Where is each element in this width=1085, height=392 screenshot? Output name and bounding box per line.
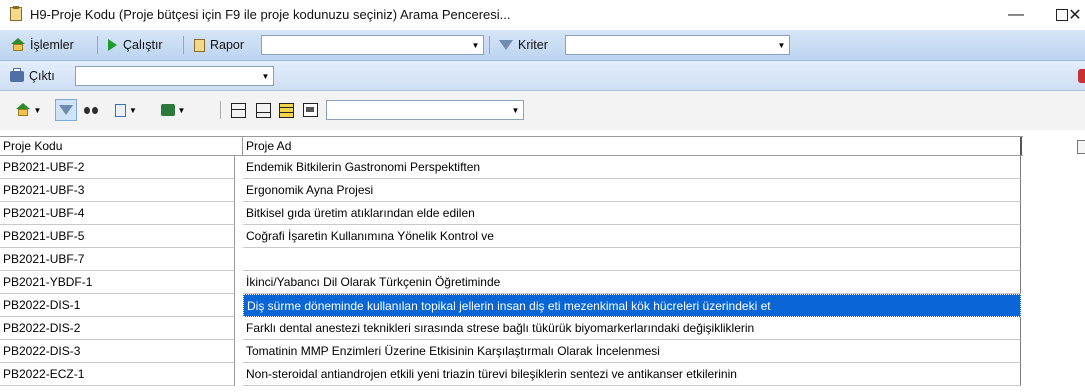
calistir-button[interactable]: Çalıştır [108,38,163,52]
export-excel-dropdown-button[interactable]: ▼ [152,99,194,121]
cell-proje-ad: Tomatinin MMP Enzimleri Üzerine Etkisini… [243,340,1021,363]
home-dropdown-button[interactable]: ▼ [10,99,46,121]
cell-proje-kodu: PB2022-DIS-1 [0,294,235,317]
table-row[interactable]: PB2022-DIS-3 Tomatinin MMP Enzimleri Üze… [0,340,1023,363]
cell-proje-ad: Ergonomik Ayna Projesi [243,179,1021,202]
rapor-select[interactable]: ▼ [261,35,484,55]
table-row[interactable]: PB2021-UBF-7 [0,248,1023,271]
home-icon [10,38,26,52]
kriter-button[interactable]: Kriter [499,38,548,52]
chevron-down-icon: ▼ [777,40,786,50]
side-panel-toggle[interactable] [1077,140,1085,154]
find-button[interactable] [81,99,101,121]
toolbar-divider [183,36,184,54]
cell-proje-kodu: PB2022-DIS-2 [0,317,235,340]
close-button[interactable]: ✕ [1060,0,1085,30]
cell-proje-kodu: PB2021-UBF-7 [0,248,235,271]
table-row[interactable]: PB2022-ECZ-1 Non-steroidal antiandrojen … [0,363,1023,386]
run-icon [108,39,117,51]
toolbar-divider [220,101,221,119]
exit-icon[interactable] [1078,69,1085,83]
cell-proje-kodu: PB2021-UBF-4 [0,202,235,225]
filter-icon [59,105,73,115]
cell-proje-kodu: PB2021-UBF-3 [0,179,235,202]
toolbar-divider [97,36,98,54]
cikti-select[interactable]: ▼ [75,66,274,86]
cell-proje-ad: İkinci/Yabancı Dil Olarak Türkçenin Öğre… [243,271,1021,294]
cikti-label: Çıktı [29,69,55,83]
table-row-selected[interactable]: PB2022-DIS-1 Diş sürme döneminde kullanı… [0,294,1023,317]
form-view-button[interactable] [300,99,320,121]
table-row[interactable]: PB2022-DIS-2 Farklı dental anestezi tekn… [0,317,1023,340]
window-title: H9-Proje Kodu (Proje bütçesi için F9 ile… [30,7,511,22]
cell-proje-ad [243,248,1021,271]
report-icon [194,38,205,52]
cell-proje-ad: Farklı dental anestezi teknikleri sırası… [243,317,1021,340]
preview-dropdown-button[interactable]: ▼ [108,99,144,121]
cell-proje-kodu: PB2022-DIS-3 [0,340,235,363]
table-row[interactable]: PB2021-YBDF-1 İkinci/Yabancı Dil Olarak … [0,271,1023,294]
cell-proje-ad: Coğrafi İşaretin Kullanımına Yönelik Kon… [243,225,1021,248]
form-icon [302,103,318,117]
islemler-label: İşlemler [30,38,74,52]
cell-proje-ad: Non-steroidal antiandrojen etkili yeni t… [243,363,1021,386]
chevron-down-icon: ▼ [511,105,520,115]
home-icon [15,103,31,117]
grid-layout-icon [278,102,294,118]
column-header-proje-kodu[interactable]: Proje Kodu [0,137,243,155]
kriter-select[interactable]: ▼ [565,35,790,55]
layout-2-button[interactable] [253,99,273,121]
filter-icon [499,40,513,50]
main-toolbar: İşlemler Çalıştır Rapor ▼ Kriter ▼ [0,30,1085,61]
table-row[interactable]: PB2021-UBF-5 Coğrafi İşaretin Kullanımın… [0,225,1023,248]
layout-3-button[interactable] [276,99,296,121]
column-header-proje-ad[interactable]: Proje Ad [243,137,1022,155]
preview-icon [115,103,127,117]
table-row[interactable]: PB2021-UBF-2 Endemik Bitkilerin Gastrono… [0,156,1023,179]
chevron-down-icon: ▼ [33,105,42,115]
binoculars-icon [84,105,98,115]
cell-proje-ad: Diş sürme döneminde kullanılan topikal j… [243,294,1021,317]
calistir-label: Çalıştır [123,38,163,52]
kriter-label: Kriter [518,38,548,52]
cell-proje-kodu: PB2021-UBF-2 [0,156,235,179]
cell-proje-ad: Bitkisel gıda üretim atıklarından elde e… [243,202,1021,225]
grid-layout-icon [255,102,271,118]
rapor-label: Rapor [210,38,245,52]
excel-icon [160,104,175,116]
output-toolbar: Çıktı ▼ [0,61,1085,91]
islemler-menu[interactable]: İşlemler [10,38,74,52]
cell-proje-kodu: PB2021-UBF-5 [0,225,235,248]
app-icon [10,6,22,21]
chevron-down-icon: ▼ [129,105,137,115]
table-row[interactable]: PB2021-UBF-4 Bitkisel gıda üretim atıkla… [0,202,1023,225]
view-select[interactable]: ▼ [326,100,524,120]
chevron-down-icon: ▼ [177,105,186,115]
grid-toolbar: ▼ ▼ ▼ ▼ [0,91,1085,130]
cell-proje-ad: Endemik Bitkilerin Gastronomi Perspektif… [243,156,1021,179]
grid-header: Proje Kodu Proje Ad [0,136,1023,156]
printer-icon [10,67,24,82]
grid-layout-icon [230,102,246,118]
cell-proje-kodu: PB2021-YBDF-1 [0,271,235,294]
table-row[interactable]: PB2021-UBF-3 Ergonomik Ayna Projesi [0,179,1023,202]
title-bar: H9-Proje Kodu (Proje bütçesi için F9 ile… [0,0,1085,30]
cell-proje-kodu: PB2022-ECZ-1 [0,363,235,386]
chevron-down-icon: ▼ [261,71,270,81]
minimize-button[interactable]: — [993,0,1039,30]
toolbar-divider [489,36,490,54]
layout-1-button[interactable] [228,99,248,121]
cikti-button[interactable]: Çıktı [10,67,55,83]
rapor-menu[interactable]: Rapor [194,38,244,52]
filter-toggle-button[interactable] [55,99,77,121]
chevron-down-icon: ▼ [471,40,480,50]
